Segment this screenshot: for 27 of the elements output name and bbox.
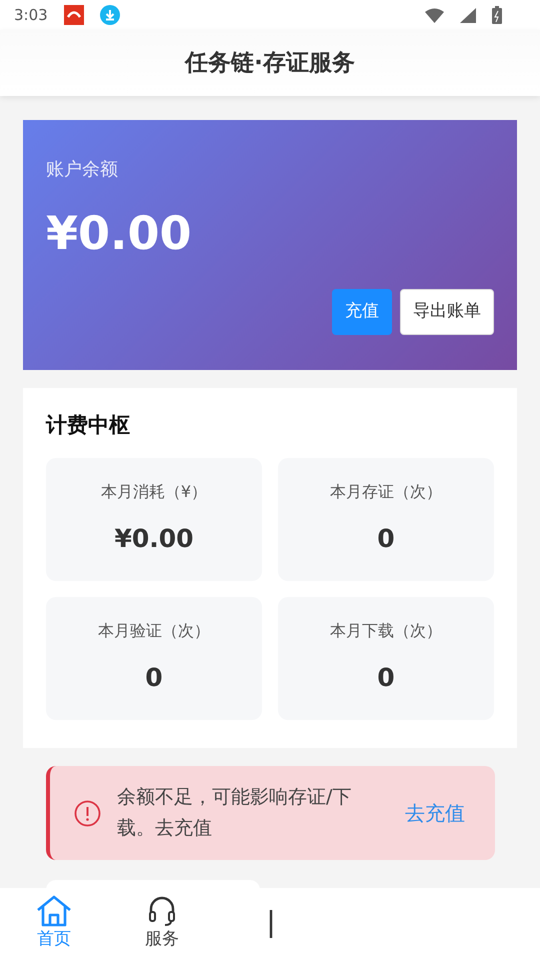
app-icon	[64, 5, 84, 25]
nav-tab[interactable]: 首页	[0, 895, 108, 953]
section-title: 计费中枢	[46, 412, 131, 439]
page-title: 任务链·存证服务	[185, 48, 355, 78]
download-icon	[100, 5, 120, 25]
battery-icon	[492, 6, 502, 24]
balance-label: 账户余额	[46, 158, 118, 182]
wifi-icon	[425, 8, 444, 22]
error-icon	[74, 800, 101, 826]
stat-value: ¥0.00	[114, 523, 194, 556]
recharge-link[interactable]: 去充值	[405, 798, 465, 828]
stat-label: 本月验证（次）	[98, 620, 210, 642]
stat-label: 本月消耗（¥）	[100, 481, 208, 504]
signal-icon	[460, 8, 476, 22]
alert-message: 余额不足，可能影响存证/下载。去充值	[117, 785, 352, 841]
stat-value: 0	[377, 523, 395, 556]
stat-value: 0	[377, 662, 395, 694]
status-time: 3:03	[14, 4, 48, 26]
export-button[interactable]: 导出账单	[400, 289, 494, 335]
stat-label: 本月下载（次）	[330, 620, 442, 642]
headset-icon	[148, 895, 176, 928]
stat-label: 本月存证（次）	[330, 481, 442, 504]
stat-value: 0	[145, 662, 163, 694]
recharge-button[interactable]: 充值	[332, 289, 392, 335]
home-icon	[36, 895, 72, 928]
nav-tab[interactable]: 服务	[108, 895, 216, 953]
balance-amount: ¥0.00	[46, 205, 192, 262]
